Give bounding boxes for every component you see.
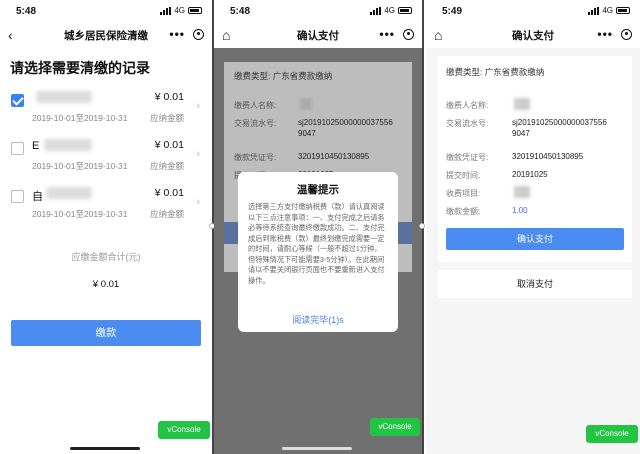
row-value: 20191025 <box>512 170 548 179</box>
chevron-right-icon: › <box>196 148 200 160</box>
notice-dialog: 温馨提示 选择第三方支付缴纳税费（款）请认真阅读以下三点注意事项：一、支付完成之… <box>238 172 398 332</box>
signal-icon <box>160 6 172 15</box>
close-miniprogram-icon[interactable] <box>403 28 414 40</box>
vconsole-button[interactable]: vConsole <box>586 425 638 443</box>
signal-icon <box>370 6 382 15</box>
redacted-name <box>36 91 92 103</box>
home-indicator <box>70 447 140 450</box>
record-checkbox[interactable] <box>11 190 24 203</box>
nav-bar: ⌂ 确认支付 ••• <box>426 22 640 48</box>
dialog-title: 温馨提示 <box>297 184 339 196</box>
signal-icon <box>588 6 600 15</box>
close-miniprogram-icon[interactable] <box>621 28 632 40</box>
vconsole-button[interactable]: vConsole <box>370 418 420 436</box>
record-item[interactable]: 自 2019-10-01至2019-10-31 ¥ 0.01 应纳金额 › <box>10 184 202 232</box>
status-icons: 4G <box>160 6 202 15</box>
status-icons: 4G <box>588 6 630 15</box>
status-time: 5:49 <box>442 6 463 17</box>
record-item[interactable]: E 2019-10-01至2019-10-31 ¥ 0.01 应纳金额 › <box>10 136 202 184</box>
page-title: 城乡居民保险清缴 <box>64 29 148 42</box>
card-title: 缴费类型: 广东省费款缴纳 <box>446 67 545 77</box>
record-amount-label: 应纳金额 <box>149 209 184 219</box>
row-label: 缴款金额: <box>446 207 481 216</box>
row-label: 缴费人名称: <box>234 101 277 110</box>
row-value: 3201910450130895 <box>298 152 370 161</box>
row-label: 缴款凭证号: <box>234 153 277 162</box>
redacted-value <box>514 186 530 198</box>
chevron-right-icon: › <box>196 100 200 112</box>
home-indicator <box>282 447 352 450</box>
status-time: 5:48 <box>16 6 37 17</box>
record-checkbox[interactable] <box>11 142 24 155</box>
pay-button[interactable]: 缴款 <box>11 320 201 346</box>
mini-program-capsule: ••• <box>597 27 632 41</box>
battery-icon <box>188 7 202 14</box>
records-heading: 请选择需要清缴的记录 <box>10 60 150 76</box>
nav-bar: ⌂ 确认支付 ••• <box>214 22 422 48</box>
screenshot-collage: 5:48 4G ‹ 城乡居民保险清缴 ••• 请选择需要清缴的记录 2019-1… <box>0 0 640 454</box>
row-value: sj20191025000000037556 9047 <box>298 118 393 138</box>
redacted-value <box>514 98 530 110</box>
amount-value: 1.00 <box>512 206 528 215</box>
row-label: 收费项目: <box>446 189 481 198</box>
phone-insurance-payment: 5:48 4G ‹ 城乡居民保险清缴 ••• 请选择需要清缴的记录 2019-1… <box>0 0 212 454</box>
record-name: 自 <box>32 191 43 203</box>
row-label: 交易流水号: <box>234 119 277 128</box>
phone-confirm-payment-dialog: 5:48 4G ⌂ 确认支付 ••• 缴费类型: 广东省费款缴纳 缴费人名称: … <box>214 0 422 454</box>
status-bar: 5:48 4G <box>214 0 422 22</box>
redacted-value <box>300 98 312 110</box>
more-icon[interactable]: ••• <box>379 27 395 41</box>
redacted-name <box>44 139 92 151</box>
battery-icon <box>398 7 412 14</box>
card-title: 缴费类型: 广东省费款缴纳 <box>234 71 333 81</box>
record-amount: ¥ 0.01 <box>154 187 184 199</box>
vconsole-button[interactable]: vConsole <box>158 421 210 439</box>
record-amount-label: 应纳金额 <box>149 161 184 171</box>
status-bar: 5:49 4G <box>426 0 640 22</box>
status-icons: 4G <box>370 6 412 15</box>
home-icon[interactable]: ⌂ <box>222 27 230 43</box>
record-date: 2019-10-01至2019-10-31 <box>32 161 128 171</box>
record-checkbox[interactable] <box>11 94 24 107</box>
record-amount-label: 应纳金额 <box>149 113 184 123</box>
close-miniprogram-icon[interactable] <box>193 28 204 40</box>
dialog-read-button[interactable]: 阅读完毕(1)s <box>238 313 398 326</box>
page-title: 确认支付 <box>297 29 339 42</box>
more-icon[interactable]: ••• <box>169 27 185 41</box>
battery-icon <box>616 7 630 14</box>
record-name: E <box>32 140 40 152</box>
back-icon[interactable]: ‹ <box>8 27 13 43</box>
row-value: sj20191025000000037556 9047 <box>512 118 607 138</box>
status-time: 5:48 <box>230 6 251 17</box>
home-icon[interactable]: ⌂ <box>434 27 442 43</box>
record-amount: ¥ 0.01 <box>154 91 184 103</box>
dialog-body: 选择第三方支付缴纳税费（款）请认真阅读以下三点注意事项：一、支付完成之后请务必等… <box>248 202 385 285</box>
record-amount: ¥ 0.01 <box>154 139 184 151</box>
chevron-right-icon: › <box>196 196 200 208</box>
phone-confirm-payment: 5:49 4G ⌂ 确认支付 ••• 缴费类型: 广东省费款缴纳 缴费人名称: … <box>426 0 640 454</box>
row-label: 提交时间: <box>446 171 481 180</box>
mini-program-capsule: ••• <box>379 27 414 41</box>
network-type: 4G <box>174 6 185 15</box>
cancel-payment-button[interactable]: 取消支付 <box>438 270 632 298</box>
row-label: 缴费人名称: <box>446 101 489 110</box>
mini-program-capsule: ••• <box>169 27 204 41</box>
record-item[interactable]: 2019-10-01至2019-10-31 ¥ 0.01 应纳金额 › <box>10 88 202 136</box>
row-value: 3201910450130895 <box>512 152 584 161</box>
total-value: ¥ 0.01 <box>92 279 120 290</box>
more-icon[interactable]: ••• <box>597 27 613 41</box>
row-label: 交易流水号: <box>446 119 489 128</box>
network-type: 4G <box>602 6 613 15</box>
row-label: 缴款凭证号: <box>446 153 489 162</box>
network-type: 4G <box>384 6 395 15</box>
confirm-payment-button[interactable]: 确认支付 <box>446 228 624 250</box>
nav-bar: ‹ 城乡居民保险清缴 ••• <box>0 22 212 48</box>
record-date: 2019-10-01至2019-10-31 <box>32 113 128 123</box>
status-bar: 5:48 4G <box>0 0 212 22</box>
total-label: 应缴金额合计(元) <box>71 252 141 262</box>
slider-handle[interactable] <box>419 223 425 229</box>
redacted-name <box>46 187 92 199</box>
page-title: 确认支付 <box>512 29 554 42</box>
record-date: 2019-10-01至2019-10-31 <box>32 209 128 219</box>
